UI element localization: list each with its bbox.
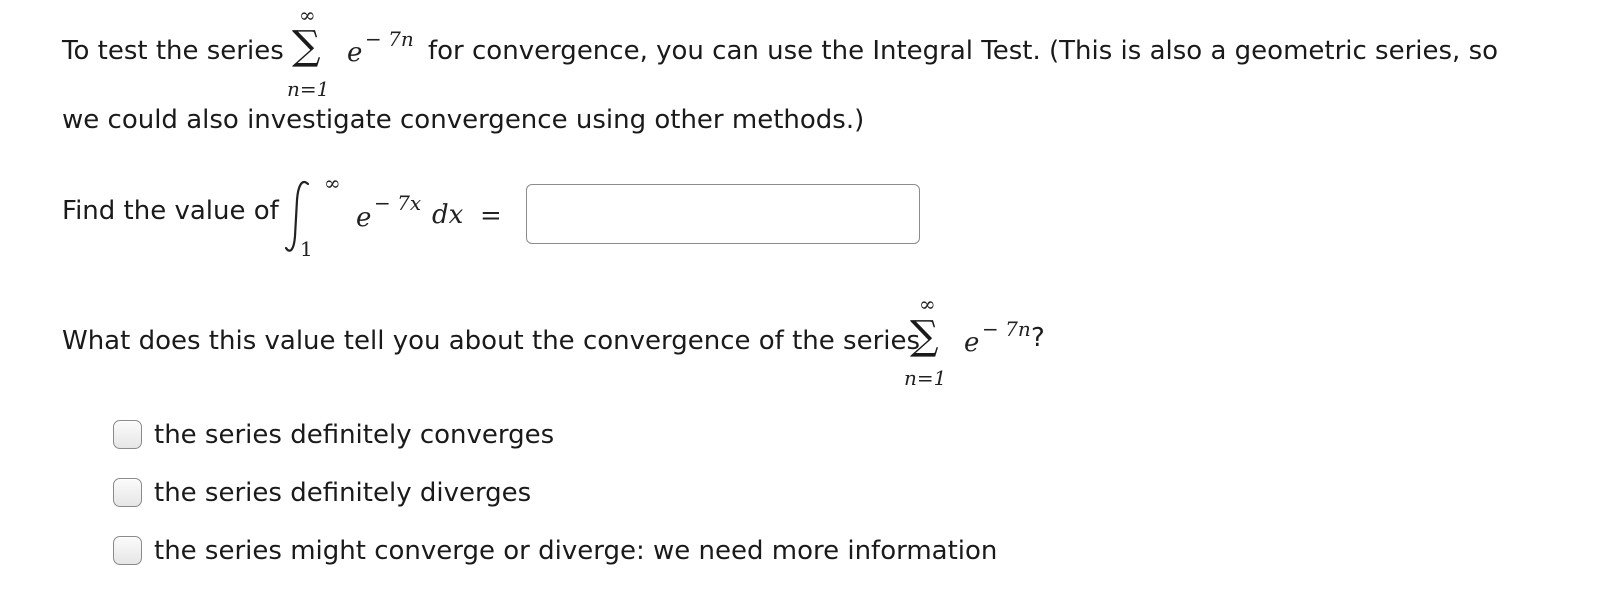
question-mark: ? <box>1031 323 1045 353</box>
question-term-exponent: − 7n <box>982 317 1031 341</box>
intro-text-line2: we could also investigate convergence us… <box>62 105 865 135</box>
integral-differential: dx <box>432 200 464 230</box>
intro-text-after: for convergence, you can use the Integra… <box>428 36 1499 66</box>
option-need-more-info-label[interactable]: the series might converge or diverge: we… <box>154 536 997 566</box>
equals-sign: = <box>480 201 502 231</box>
question-sum-lower-limit: n=1 <box>904 366 947 390</box>
question-term-base: e <box>964 328 980 358</box>
option-need-more-info-checkbox[interactable] <box>113 536 142 565</box>
question-summation-symbol: ∑ <box>910 313 939 359</box>
term-exponent: − 7n <box>365 27 414 51</box>
question-sum-upper-limit: ∞ <box>919 292 936 316</box>
integrand-base: e <box>356 203 372 233</box>
option-converges-label[interactable]: the series definitely converges <box>154 420 554 450</box>
option-diverges-label[interactable]: the series definitely diverges <box>154 478 531 508</box>
question-text: What does this value tell you about the … <box>62 326 921 356</box>
sum-lower-limit: n=1 <box>287 77 330 101</box>
intro-text-before: To test the series <box>62 36 284 66</box>
integral-upper-limit: ∞ <box>324 171 341 195</box>
option-converges-checkbox[interactable] <box>113 420 142 449</box>
integrand-exponent: − 7x <box>374 191 422 215</box>
term-base: e <box>347 38 363 68</box>
summation-symbol: ∑ <box>292 23 321 69</box>
integral-lower-limit: 1 <box>300 237 313 261</box>
option-diverges-checkbox[interactable] <box>113 478 142 507</box>
integral-answer-input[interactable] <box>526 184 920 244</box>
integral-prompt: Find the value of <box>62 196 279 226</box>
